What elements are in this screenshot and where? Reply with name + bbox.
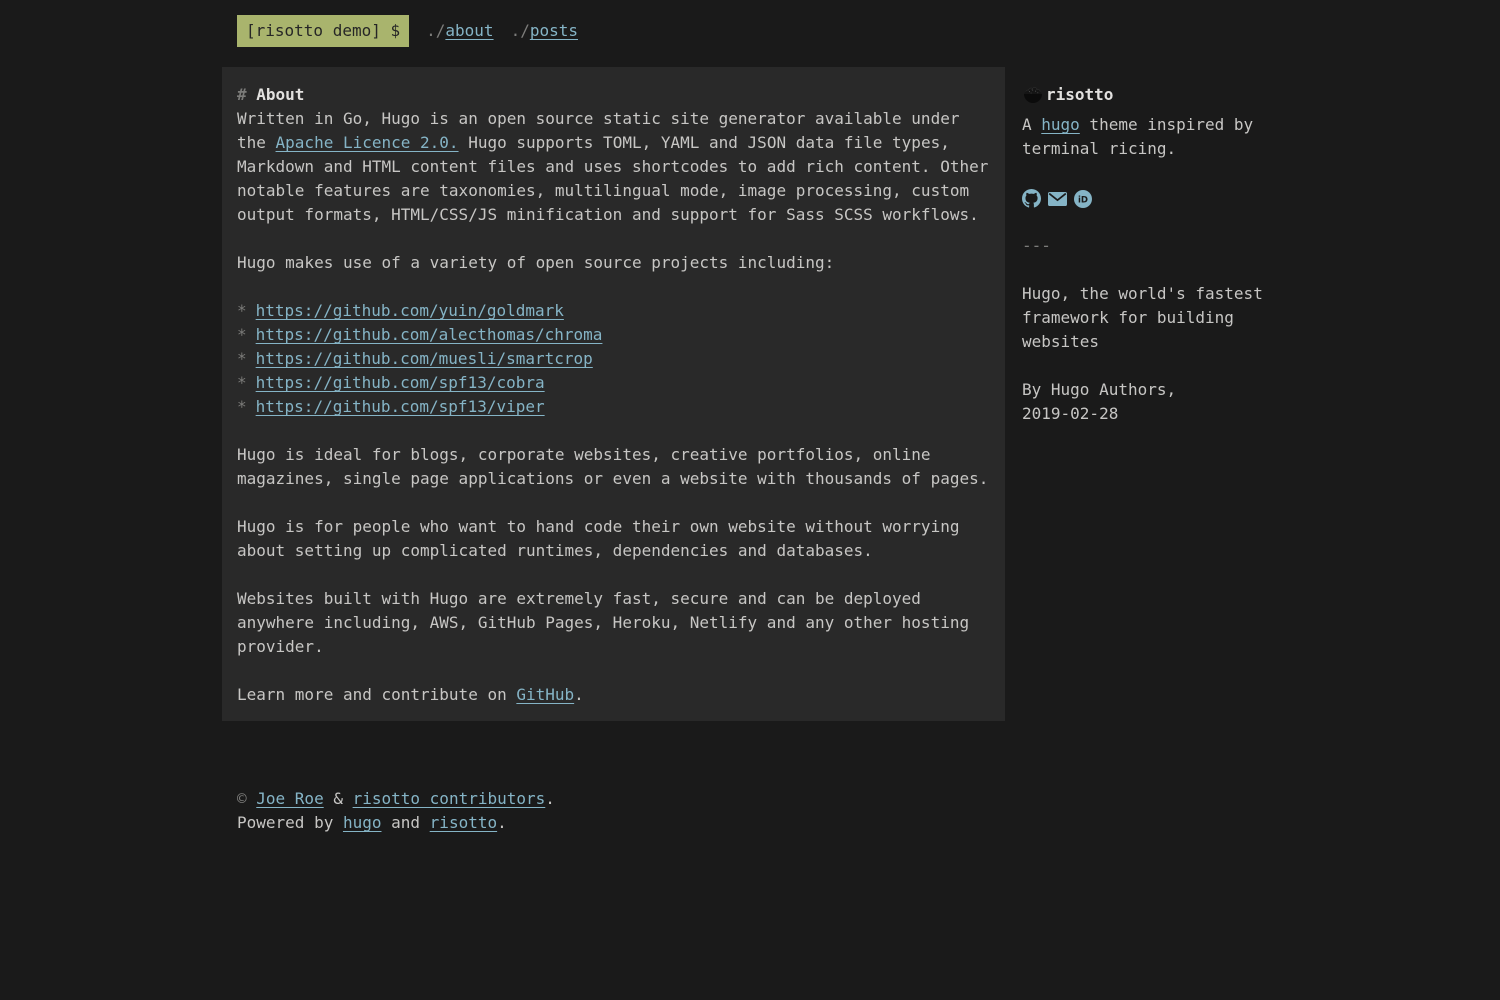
orcid-icon: iD xyxy=(1074,190,1092,208)
page-grid: # About Written in Go, Hugo is an open s… xyxy=(222,67,1278,721)
sidebar-separator: --- xyxy=(1022,234,1278,258)
list-item: * https://github.com/spf13/viper xyxy=(237,395,993,419)
author-row: risotto xyxy=(1022,83,1278,107)
tagline-text: A xyxy=(1022,115,1041,134)
site-title: risotto xyxy=(1046,83,1113,107)
content-panel: # About Written in Go, Hugo is an open s… xyxy=(222,67,1005,721)
nav-prefix: ./ xyxy=(511,21,530,40)
sidebar: risotto A hugo theme inspired by termina… xyxy=(1022,67,1278,426)
footer-text: & xyxy=(324,789,353,808)
paragraph-text: . xyxy=(574,685,584,704)
top-nav: [risotto demo] $ ./about ./posts xyxy=(222,15,1278,47)
page-title-text: About xyxy=(256,85,304,104)
footer-text: Powered by xyxy=(237,813,343,832)
learn-more-paragraph: Learn more and contribute on GitHub. xyxy=(237,683,993,707)
hand-code-paragraph: Hugo is for people who want to hand code… xyxy=(237,515,993,563)
home-prompt-badge[interactable]: [risotto demo] $ xyxy=(237,15,409,47)
hugo-link[interactable]: hugo xyxy=(1041,115,1080,134)
github-icon xyxy=(1022,189,1041,208)
byline-date: 2019-02-28 xyxy=(1022,402,1278,426)
site-tagline: A hugo theme inspired by terminal ricing… xyxy=(1022,113,1278,161)
byline-block: By Hugo Authors, 2019-02-28 xyxy=(1022,378,1278,426)
nav-item-posts: ./posts xyxy=(511,19,578,43)
list-item: * https://github.com/yuin/goldmark xyxy=(237,299,993,323)
page-container: [risotto demo] $ ./about ./posts # About… xyxy=(222,0,1278,875)
nav-prefix: ./ xyxy=(426,21,445,40)
page-footer: © Joe Roe & risotto contributors. Powere… xyxy=(222,787,1278,875)
orcid-link[interactable]: iD xyxy=(1074,190,1092,208)
fast-secure-paragraph: Websites built with Hugo are extremely f… xyxy=(237,587,993,659)
list-item: * https://github.com/alecthomas/chroma xyxy=(237,323,993,347)
list-bullet: * xyxy=(237,349,247,368)
risotto-footer-link[interactable]: risotto xyxy=(430,813,497,832)
cobra-link[interactable]: https://github.com/spf13/cobra xyxy=(256,373,545,392)
project-list: * https://github.com/yuin/goldmark * https… xyxy=(237,299,993,419)
projects-intro-paragraph: Hugo makes use of a variety of open sour… xyxy=(237,251,993,275)
author-link[interactable]: Joe Roe xyxy=(256,789,323,808)
about-link[interactable]: about xyxy=(445,21,493,40)
apache-licence-link[interactable]: Apache Licence 2.0. xyxy=(276,133,459,152)
footer-text: . xyxy=(497,813,507,832)
page-title: # About xyxy=(237,83,993,107)
list-item: * https://github.com/muesli/smartcrop xyxy=(237,347,993,371)
footer-text: . xyxy=(545,789,555,808)
heading-hash-marker: # xyxy=(237,85,256,104)
goldmark-link[interactable]: https://github.com/yuin/goldmark xyxy=(256,301,564,320)
footer-text: and xyxy=(382,813,430,832)
viper-link[interactable]: https://github.com/spf13/viper xyxy=(256,397,545,416)
ideal-for-paragraph: Hugo is ideal for blogs, corporate websi… xyxy=(237,443,993,491)
social-links: iD xyxy=(1022,189,1278,208)
contributors-link[interactable]: risotto contributors xyxy=(353,789,546,808)
posts-link[interactable]: posts xyxy=(530,21,578,40)
list-bullet: * xyxy=(237,325,247,344)
chroma-link[interactable]: https://github.com/alecthomas/chroma xyxy=(256,325,603,344)
hugo-footer-link[interactable]: hugo xyxy=(343,813,382,832)
list-item: * https://github.com/spf13/cobra xyxy=(237,371,993,395)
email-link[interactable] xyxy=(1048,192,1067,206)
svg-text:iD: iD xyxy=(1078,195,1088,205)
list-bullet: * xyxy=(237,301,247,320)
footer-powered-line: Powered by hugo and risotto. xyxy=(237,811,1278,835)
footer-copyright-line: © Joe Roe & risotto contributors. xyxy=(237,787,1278,811)
byline-author: By Hugo Authors, xyxy=(1022,378,1278,402)
list-bullet: * xyxy=(237,373,247,392)
smartcrop-link[interactable]: https://github.com/muesli/smartcrop xyxy=(256,349,593,368)
copyright-symbol: © xyxy=(237,789,256,808)
rice-bowl-icon xyxy=(1022,84,1044,106)
nav-item-about: ./about xyxy=(426,19,493,43)
intro-paragraph: Written in Go, Hugo is an open source st… xyxy=(237,107,993,227)
github-repo-link[interactable]: GitHub xyxy=(516,685,574,704)
email-icon xyxy=(1048,192,1067,206)
github-link[interactable] xyxy=(1022,189,1041,208)
paragraph-text: Learn more and contribute on xyxy=(237,685,516,704)
list-bullet: * xyxy=(237,397,247,416)
site-description: Hugo, the world's fastest framework for … xyxy=(1022,282,1278,354)
